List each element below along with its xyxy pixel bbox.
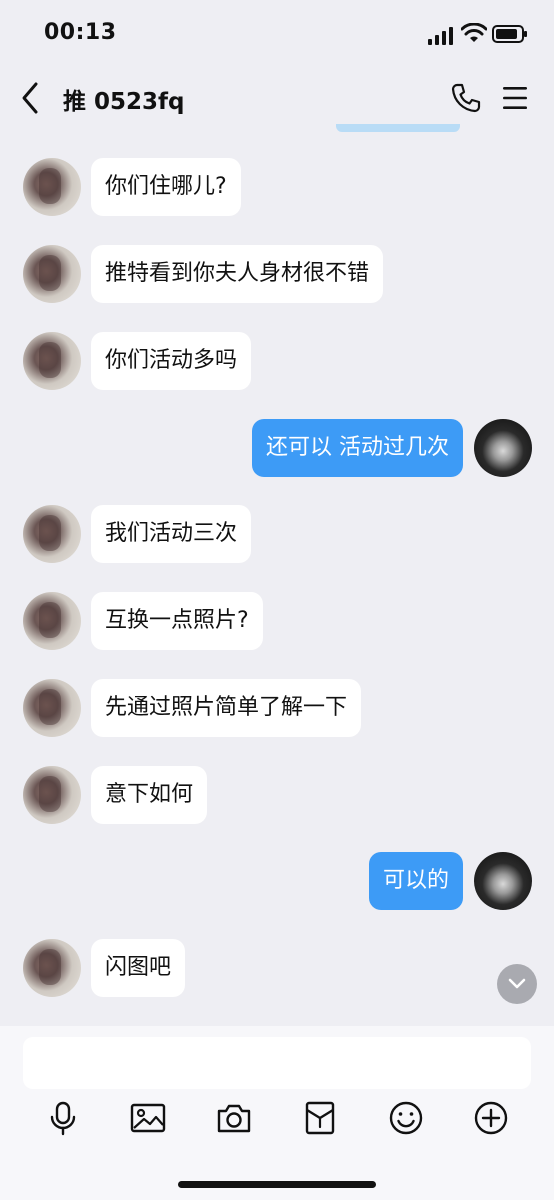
incoming-message-bubble[interactable]: 推特看到你夫人身材很不错 xyxy=(91,245,384,303)
menu-icon[interactable] xyxy=(500,84,530,112)
cellular-signal-icon xyxy=(428,27,453,45)
message-row: 还可以 活动过几次 xyxy=(0,419,554,477)
message-input[interactable] xyxy=(23,1037,531,1089)
status-bar: 00:13 xyxy=(0,0,554,70)
incoming-message-bubble[interactable]: 你们活动多吗 xyxy=(91,332,252,390)
message-row: 你们活动多吗 xyxy=(0,332,554,390)
message-row: 先通过照片简单了解一下 xyxy=(0,679,554,737)
incoming-message-bubble[interactable]: 我们活动三次 xyxy=(91,505,252,563)
chevron-down-icon xyxy=(508,978,526,989)
message-list[interactable]: 你们住哪儿? 推特看到你夫人身材很不错 你们活动多吗 还可以 活动过几次 我们活… xyxy=(0,128,554,1026)
incoming-message-bubble[interactable]: 意下如何 xyxy=(91,766,208,824)
incoming-message-bubble[interactable]: 先通过照片简单了解一下 xyxy=(91,679,362,737)
microphone-icon[interactable] xyxy=(43,1098,83,1138)
my-avatar[interactable] xyxy=(474,852,532,910)
chat-header: 推 0523fq xyxy=(0,70,554,128)
contact-avatar[interactable] xyxy=(23,766,81,824)
outgoing-message-bubble[interactable]: 还可以 活动过几次 xyxy=(252,419,463,477)
wifi-icon xyxy=(461,23,487,42)
my-avatar[interactable] xyxy=(474,419,532,477)
message-row: 你们住哪儿? xyxy=(0,158,554,216)
status-time: 00:13 xyxy=(44,20,117,45)
input-area xyxy=(0,1026,554,1200)
image-icon[interactable] xyxy=(128,1098,168,1138)
contact-avatar[interactable] xyxy=(23,592,81,650)
contact-avatar[interactable] xyxy=(23,505,81,563)
message-row: 我们活动三次 xyxy=(0,505,554,563)
battery-icon xyxy=(492,25,527,43)
contact-avatar[interactable] xyxy=(23,679,81,737)
message-row: 互换一点照片? xyxy=(0,592,554,650)
red-packet-icon[interactable] xyxy=(300,1098,340,1138)
contact-avatar[interactable] xyxy=(23,158,81,216)
outgoing-message-bubble[interactable]: 可以的 xyxy=(368,852,463,910)
message-row: 推特看到你夫人身材很不错 xyxy=(0,245,554,303)
incoming-message-bubble[interactable]: 你们住哪儿? xyxy=(91,158,241,216)
message-row: 意下如何 xyxy=(0,766,554,824)
plus-icon[interactable] xyxy=(471,1098,511,1138)
message-row: 闪图吧 xyxy=(0,939,554,997)
home-indicator xyxy=(178,1181,376,1188)
contact-avatar[interactable] xyxy=(23,245,81,303)
emoji-icon[interactable] xyxy=(386,1098,426,1138)
contact-avatar[interactable] xyxy=(23,939,81,997)
phone-icon[interactable] xyxy=(450,82,482,114)
incoming-message-bubble[interactable]: 互换一点照片? xyxy=(91,592,263,650)
scroll-to-bottom-button[interactable] xyxy=(497,964,537,1004)
contact-avatar[interactable] xyxy=(23,332,81,390)
incoming-message-bubble[interactable]: 闪图吧 xyxy=(91,939,186,997)
back-icon[interactable] xyxy=(16,80,46,116)
chat-title: 推 0523fq xyxy=(63,89,185,115)
camera-icon[interactable] xyxy=(214,1098,254,1138)
message-row: 可以的 xyxy=(0,852,554,910)
